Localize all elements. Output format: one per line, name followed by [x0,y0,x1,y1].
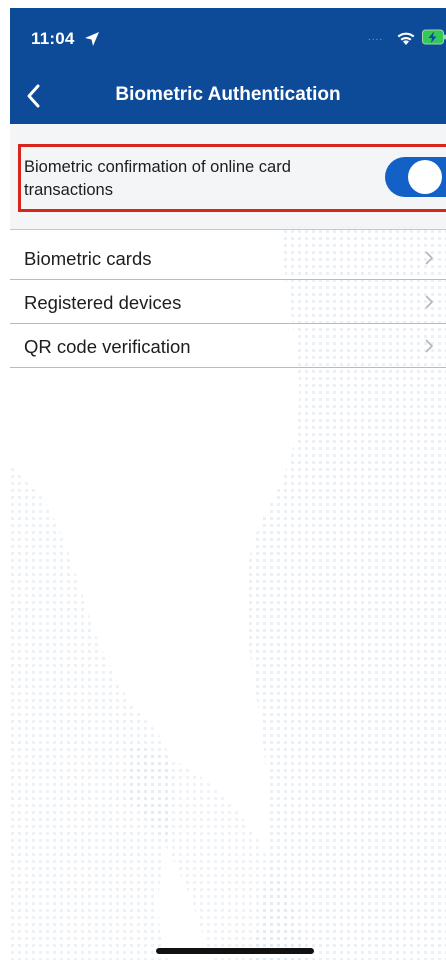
biometric-confirmation-setting: Biometric confirmation of online card tr… [10,124,446,230]
cellular-signal: .... [368,32,384,43]
app-header: 11:04 .... Biometric Authentication [10,8,446,124]
chevron-right-icon [425,295,433,309]
wifi-icon [397,32,415,45]
list-item-registered-devices[interactable]: Registered devices [10,280,446,324]
page-title: Biometric Authentication [115,84,341,105]
settings-list: Biometric cards Registered devices QR co… [10,236,446,368]
list-item-label: Biometric cards [24,248,152,269]
toggle-knob [408,160,442,194]
status-time: 11:04 [31,29,75,48]
battery-charging-icon [422,29,446,45]
biometric-confirmation-toggle[interactable] [385,157,446,197]
location-arrow-icon [85,32,99,46]
chevron-right-icon [425,339,433,353]
list-item-qr-code-verification[interactable]: QR code verification [10,324,446,368]
home-indicator[interactable] [156,948,314,954]
status-bar: 11:04 .... [10,8,446,66]
list-item-label: QR code verification [24,336,191,357]
toggle-label: Biometric confirmation of online card tr… [24,158,291,199]
list-item-biometric-cards[interactable]: Biometric cards [10,236,446,280]
list-item-label: Registered devices [24,292,182,313]
chevron-right-icon [425,251,433,265]
app-screen: 11:04 .... Biometric Authentication Biom… [10,8,446,960]
navigation-bar: Biometric Authentication [10,66,446,124]
